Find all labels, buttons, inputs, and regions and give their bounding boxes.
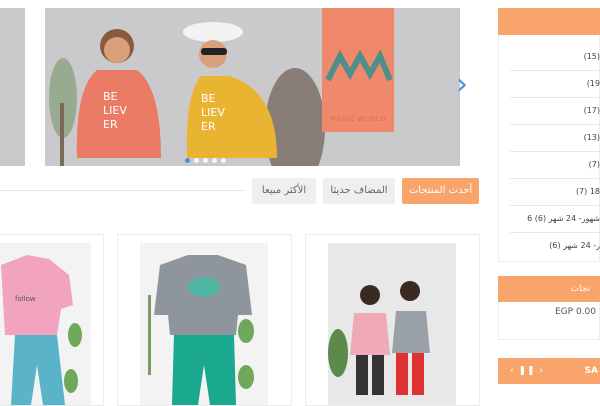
svg-text:ER: ER (201, 120, 216, 133)
hero-slider[interactable]: BE LIEV ER BE LIEV ER MAGIC WORLD (45, 8, 460, 166)
hero-image: BE LIEV ER BE LIEV ER (45, 8, 460, 166)
slider-dot[interactable] (185, 158, 190, 163)
product-card[interactable] (305, 234, 480, 406)
svg-text:follow: follow (15, 295, 36, 303)
sale-title: SA (584, 366, 598, 376)
tab-newest-products[interactable]: أحدث المنتجات (402, 178, 479, 204)
sale-carousel-controls[interactable]: ‹ ❚❚ › (510, 358, 544, 384)
product-image (140, 243, 268, 405)
cart-title: نجات (498, 276, 600, 302)
sidebar-category-item[interactable]: (13) (510, 124, 600, 152)
sidebar-category-item[interactable]: (7) (510, 151, 600, 179)
slider-dot[interactable] (203, 158, 208, 163)
product-card[interactable]: follow (0, 234, 104, 406)
svg-text:ER: ER (103, 118, 118, 131)
cart-total: EGP 0.00 (555, 307, 596, 317)
sidebar-category-item[interactable]: (7) 18 (510, 178, 600, 206)
tab-recently-added[interactable]: المضاف حديثا (323, 178, 395, 204)
product-image (328, 243, 456, 405)
tabs-divider (0, 190, 245, 191)
svg-text:LIEV: LIEV (201, 106, 225, 119)
sidebar-category-item[interactable]: 6 شهور- 24 شهر (6) (510, 205, 600, 233)
sidebar-category-item[interactable]: (19 (510, 70, 600, 98)
chevron-right-icon[interactable]: › (456, 70, 476, 104)
sidebar-category-item[interactable]: (17) (510, 97, 600, 125)
sidebar-category-item[interactable]: ر- 24 شهر (6) (510, 232, 600, 259)
sidebar-category-item[interactable]: (15) (510, 43, 600, 71)
sidebar-header (498, 8, 600, 35)
slider-dot[interactable] (194, 158, 199, 163)
svg-text:BE: BE (201, 92, 216, 105)
svg-text:BE: BE (103, 90, 118, 103)
brand-name: MAGIC WORLD (329, 115, 387, 123)
tab-best-sellers[interactable]: الأكثر مبيعا (252, 178, 316, 204)
brand-banner (322, 8, 394, 132)
slider-dot[interactable] (221, 158, 226, 163)
product-image: follow (0, 243, 91, 405)
svg-text:LIEV: LIEV (103, 104, 127, 117)
product-card[interactable] (117, 234, 292, 406)
slider-previous-slide (0, 8, 25, 166)
slider-dot[interactable] (212, 158, 217, 163)
sale-widget-header: ‹ ❚❚ › SA (498, 358, 600, 384)
